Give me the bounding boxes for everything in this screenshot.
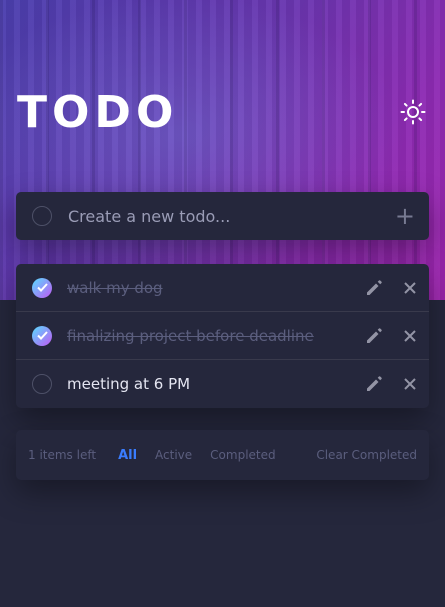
todo-text: walk my dog xyxy=(67,278,163,297)
todo-item: walk my dog xyxy=(16,264,429,312)
filter-tabs: All Active Completed xyxy=(118,448,276,463)
close-icon[interactable] xyxy=(401,279,419,297)
clear-completed-button[interactable]: Clear Completed xyxy=(316,448,417,462)
todo-item: finalizing project before deadline xyxy=(16,312,429,360)
plus-icon[interactable]: + xyxy=(395,204,415,228)
pencil-icon[interactable] xyxy=(363,277,385,299)
check-icon xyxy=(36,283,48,292)
todo-list: walk my dog finalizing project before de… xyxy=(16,264,429,408)
todo-checkbox[interactable] xyxy=(32,374,52,394)
app-header: TODO xyxy=(17,84,429,140)
filter-all[interactable]: All xyxy=(118,448,137,463)
todo-checkbox[interactable] xyxy=(32,277,52,298)
new-todo-bar: + xyxy=(16,192,429,240)
todo-item: meeting at 6 PM xyxy=(16,360,429,408)
new-todo-checkbox[interactable] xyxy=(32,206,52,226)
new-todo-input[interactable] xyxy=(68,206,395,226)
close-icon[interactable] xyxy=(401,327,419,345)
pencil-icon[interactable] xyxy=(363,373,385,395)
todo-text: meeting at 6 PM xyxy=(67,375,191,393)
filter-completed[interactable]: Completed xyxy=(210,448,275,463)
background-image xyxy=(0,0,445,300)
pencil-icon[interactable] xyxy=(363,325,385,347)
check-icon xyxy=(36,331,48,340)
todo-checkbox[interactable] xyxy=(32,325,52,346)
sun-icon xyxy=(400,99,426,125)
filter-active[interactable]: Active xyxy=(155,448,192,463)
list-footer: 1 items left All Active Completed Clear … xyxy=(16,430,429,480)
page-title: TODO xyxy=(17,86,179,138)
todo-text: finalizing project before deadline xyxy=(67,326,314,345)
close-icon[interactable] xyxy=(401,375,419,393)
header-background xyxy=(0,0,445,300)
theme-toggle-button[interactable] xyxy=(399,98,427,126)
items-left-count: 1 items left xyxy=(28,448,97,462)
